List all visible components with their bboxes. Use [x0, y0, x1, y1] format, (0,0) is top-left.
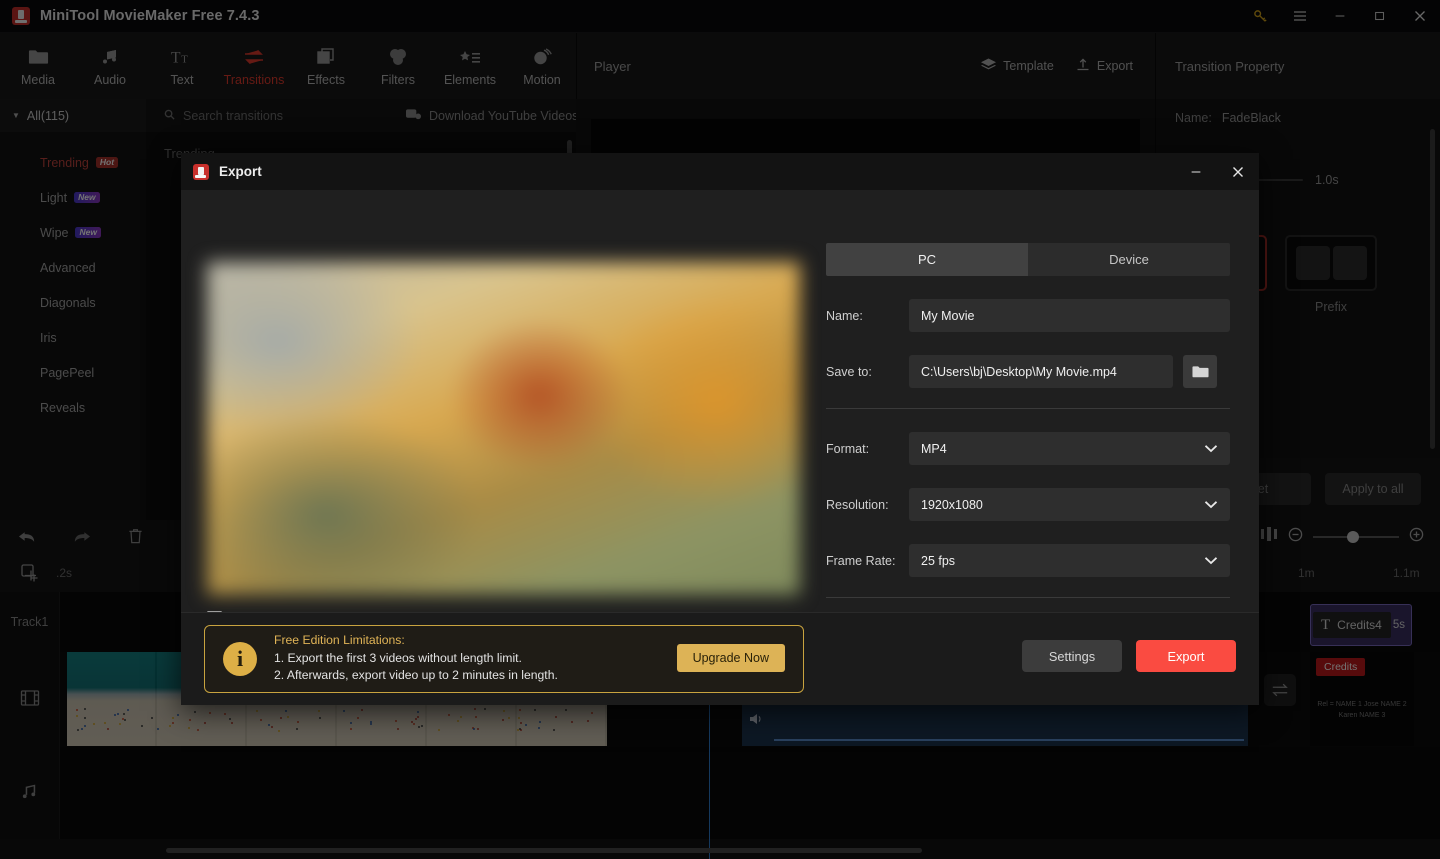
footer-buttons: Settings Export [1022, 640, 1236, 672]
field-framerate-row: Frame Rate: 25 fps [826, 544, 1230, 577]
chevron-down-icon [1204, 554, 1218, 568]
free-edition-limitations: i Free Edition Limitations: 1. Export th… [204, 625, 804, 693]
field-saveto-row: Save to: C:\Users\bj\Desktop\My Movie.mp… [826, 355, 1230, 388]
info-icon: i [223, 642, 257, 676]
framerate-select[interactable]: 25 fps [909, 544, 1230, 577]
export-dialog-body: Duration: 00:01:06 Size: 66 M PC Device … [181, 190, 1259, 649]
chevron-down-icon [1204, 498, 1218, 512]
limitations-line-2: 2. Afterwards, export video up to 2 minu… [274, 668, 558, 682]
dialog-close-button[interactable] [1217, 153, 1259, 190]
export-dialog-controls [1175, 153, 1259, 190]
export-dialog-footer: i Free Edition Limitations: 1. Export th… [181, 612, 1259, 705]
tab-device[interactable]: Device [1028, 243, 1230, 276]
limitations-heading: Free Edition Limitations: [274, 633, 558, 647]
export-button[interactable]: Export [1136, 640, 1236, 672]
saveto-label: Save to: [826, 365, 909, 379]
dialog-logo-icon [193, 164, 209, 180]
framerate-value: 25 fps [921, 554, 955, 568]
field-format-row: Format: MP4 [826, 432, 1230, 465]
export-dialog-header: Export [181, 153, 1259, 190]
settings-button[interactable]: Settings [1022, 640, 1122, 672]
framerate-label: Frame Rate: [826, 554, 909, 568]
format-label: Format: [826, 442, 909, 456]
format-value: MP4 [921, 442, 947, 456]
limitations-text: Free Edition Limitations: 1. Export the … [274, 633, 558, 685]
form-divider-1 [826, 408, 1230, 409]
resolution-label: Resolution: [826, 498, 909, 512]
export-target-tabs: PC Device [826, 243, 1230, 276]
app-window: MiniTool MovieMaker Free 7.4.3 [0, 0, 1440, 859]
dialog-minimize-button[interactable] [1175, 153, 1217, 190]
saveto-input[interactable]: C:\Users\bj\Desktop\My Movie.mp4 [909, 355, 1173, 388]
export-dialog: Export Duration: 00:01:06 Size: [181, 153, 1259, 705]
limitations-line-1: 1. Export the first 3 videos without len… [274, 651, 558, 665]
export-dialog-title: Export [219, 164, 262, 179]
upgrade-now-button[interactable]: Upgrade Now [677, 644, 785, 672]
format-select[interactable]: MP4 [909, 432, 1230, 465]
field-resolution-row: Resolution: 1920x1080 [826, 488, 1230, 521]
export-form: PC Device Name: My Movie Save to: C:\Use… [826, 243, 1230, 634]
browse-folder-button[interactable] [1183, 355, 1217, 388]
export-preview-image [207, 262, 800, 595]
form-divider-2 [826, 597, 1230, 598]
tab-pc[interactable]: PC [826, 243, 1028, 276]
resolution-value: 1920x1080 [921, 498, 983, 512]
resolution-select[interactable]: 1920x1080 [909, 488, 1230, 521]
field-name-row: Name: My Movie [826, 299, 1230, 332]
chevron-down-icon [1204, 442, 1218, 456]
name-label: Name: [826, 309, 909, 323]
name-input[interactable]: My Movie [909, 299, 1230, 332]
